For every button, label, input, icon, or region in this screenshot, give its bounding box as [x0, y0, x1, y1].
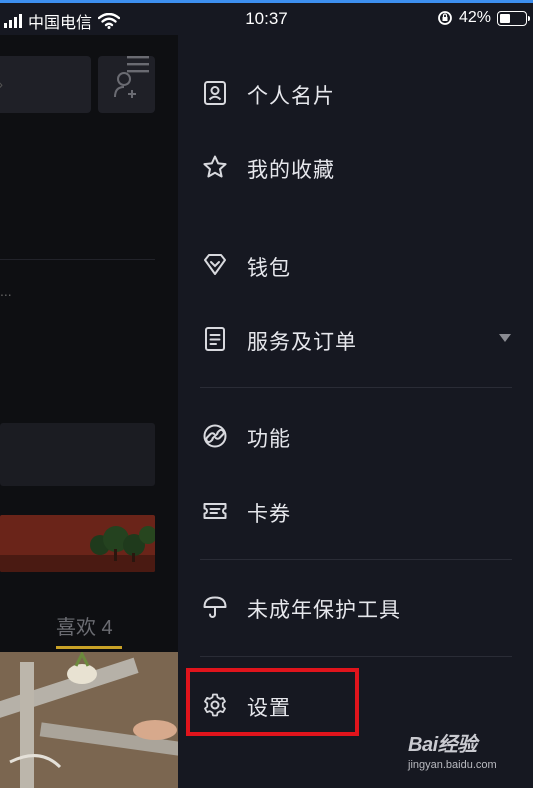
watermark-url: jingyan.baidu.com [408, 759, 497, 771]
drawer-item-services-orders[interactable]: 服务及订单 [178, 314, 533, 364]
drawer-item-label: 服务及订单 [247, 331, 357, 354]
orientation-lock-icon [438, 11, 452, 25]
background-divider [0, 259, 155, 260]
umbrella-icon [203, 596, 227, 618]
star-icon [203, 155, 227, 178]
profile-card-icon [204, 81, 226, 105]
battery-percent: 42% [458, 9, 491, 26]
status-right: 42% [437, 9, 530, 27]
drawer-item-label: 未成年保护工具 [247, 599, 401, 622]
drawer-item-label: 卡券 [247, 503, 291, 526]
background-video-thumbnail [0, 652, 178, 788]
battery-fill [500, 13, 510, 23]
drawer-item-minor-protection[interactable]: 未成年保护工具 [178, 582, 533, 632]
drawer-item-label: 钱包 [247, 257, 291, 280]
baidu-jingyan-watermark: Bai经验 jingyan.baidu.com [408, 728, 497, 771]
battery-icon [497, 10, 530, 26]
background-profile-page[interactable]: › ... 喜欢 4 [0, 35, 178, 788]
status-bar: 中国电信 10:37 42% [0, 3, 533, 35]
tab-likes-underline [56, 646, 122, 649]
thumbnail-photo [0, 652, 178, 788]
drawer-item-profile-card[interactable]: 个人名片 [178, 68, 533, 118]
wallet-diamond-icon [204, 254, 226, 275]
drawer-divider [200, 656, 512, 657]
chevron-right-icon: › [0, 76, 3, 92]
drawer-divider [200, 559, 512, 560]
drawer-item-coupons[interactable]: 卡券 [178, 486, 533, 536]
drawer-item-wallet[interactable]: 钱包 [178, 240, 533, 290]
background-ellipsis: ... [0, 283, 12, 299]
drawer-divider [200, 387, 512, 388]
document-icon [205, 327, 225, 351]
chevron-down-icon[interactable] [499, 334, 511, 342]
settings-highlight-box [186, 668, 359, 736]
drawer-item-label: 个人名片 [247, 85, 335, 108]
background-search-box: › [0, 56, 91, 113]
drawer-item-features[interactable]: 功能 [178, 411, 533, 461]
link-icon [203, 424, 227, 448]
watermark-brand: Bai经验 [408, 734, 477, 756]
drawer-item-label: 我的收藏 [247, 159, 335, 182]
banner-trees-illustration [0, 526, 155, 572]
drawer-item-favorites[interactable]: 我的收藏 [178, 142, 533, 192]
background-banner-image [0, 515, 155, 572]
drawer-item-label: 功能 [247, 428, 291, 451]
background-card [0, 423, 155, 486]
menu-icon [127, 56, 149, 73]
ticket-icon [203, 503, 227, 519]
tab-likes: 喜欢 4 [56, 617, 113, 639]
